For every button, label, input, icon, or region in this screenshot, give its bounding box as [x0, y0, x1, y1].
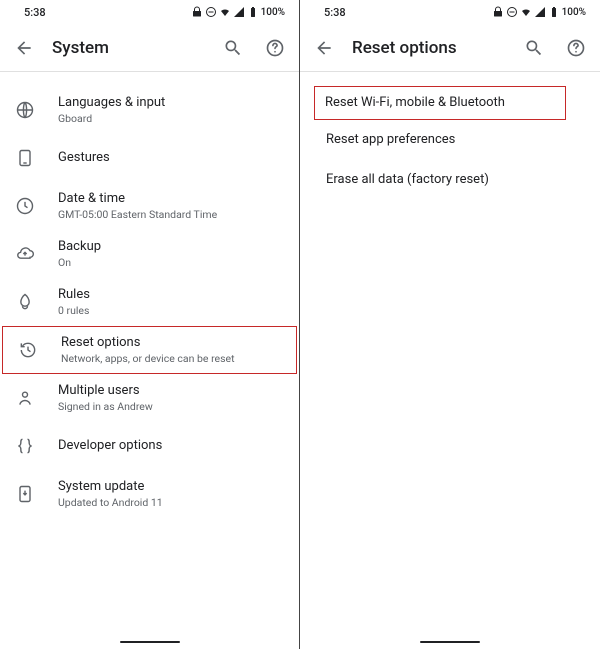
search-button[interactable]	[219, 34, 247, 62]
item-subtext: Updated to Android 11	[58, 496, 291, 510]
status-bar: 5:38 100%	[300, 0, 600, 24]
back-button[interactable]	[310, 34, 338, 62]
item-label: Date & time	[58, 191, 291, 208]
home-indicator[interactable]	[120, 641, 180, 643]
list-item-reset-options[interactable]: Reset options Network, apps, or device c…	[2, 326, 297, 374]
status-bar: 5:38 100%	[0, 0, 299, 24]
item-subtext: Network, apps, or device can be reset	[61, 352, 288, 366]
list-item-multiple-users[interactable]: Multiple users Signed in as Andrew	[0, 374, 299, 422]
status-battery: 100%	[562, 7, 586, 18]
highlight-box: Reset Wi-Fi, mobile & Bluetooth	[314, 86, 566, 120]
list-item-rules[interactable]: Rules 0 rules	[0, 278, 299, 326]
user-icon	[14, 387, 36, 409]
vpn-icon	[191, 6, 203, 18]
item-label: Backup	[58, 239, 291, 256]
page-title: System	[52, 38, 205, 58]
signal-icon	[534, 6, 546, 18]
search-icon	[223, 38, 243, 58]
item-subtext: On	[58, 256, 291, 270]
app-bar: Reset options	[300, 24, 600, 72]
item-label: Rules	[58, 287, 291, 304]
status-time: 5:38	[324, 6, 346, 19]
restore-icon	[17, 339, 39, 361]
system-settings-screen: 5:38 100% System Languages & input	[0, 0, 300, 649]
item-subtext: 0 rules	[58, 304, 291, 318]
battery-icon	[247, 6, 259, 18]
status-time: 5:38	[24, 6, 46, 19]
braces-icon	[14, 435, 36, 457]
signal-icon	[233, 6, 245, 18]
arrow-back-icon	[314, 38, 334, 58]
clock-icon	[14, 195, 36, 217]
item-label: Reset options	[61, 335, 288, 352]
vpn-icon	[492, 6, 504, 18]
item-label: Reset app preferences	[326, 132, 592, 149]
status-icons: 100%	[191, 6, 285, 18]
item-label: Multiple users	[58, 383, 291, 400]
settings-list: Languages & input Gboard Gestures Date &…	[0, 72, 299, 518]
item-label: Erase all data (factory reset)	[326, 172, 592, 189]
list-item-factory-reset[interactable]: Erase all data (factory reset)	[300, 160, 600, 200]
battery-icon	[548, 6, 560, 18]
update-icon	[14, 483, 36, 505]
rules-icon	[14, 291, 36, 313]
item-subtext: Signed in as Andrew	[58, 400, 291, 414]
list-item-languages[interactable]: Languages & input Gboard	[0, 86, 299, 134]
list-item-gestures[interactable]: Gestures	[0, 134, 299, 182]
list-item-backup[interactable]: Backup On	[0, 230, 299, 278]
dnd-icon	[506, 6, 518, 18]
status-battery: 100%	[261, 7, 285, 18]
wifi-icon	[219, 6, 231, 18]
page-title: Reset options	[352, 38, 506, 58]
help-button[interactable]	[261, 34, 289, 62]
list-item-reset-network[interactable]: Reset Wi-Fi, mobile & Bluetooth	[325, 88, 555, 118]
wifi-icon	[520, 6, 532, 18]
cloud-icon	[14, 243, 36, 265]
help-icon	[566, 38, 586, 58]
list-item-date-time[interactable]: Date & time GMT-05:00 Eastern Standard T…	[0, 182, 299, 230]
item-subtext: Gboard	[58, 112, 291, 126]
gestures-icon	[14, 147, 36, 169]
item-subtext: GMT-05:00 Eastern Standard Time	[58, 208, 291, 222]
list-item-reset-app-prefs[interactable]: Reset app preferences	[300, 120, 600, 160]
item-label: Developer options	[58, 438, 291, 455]
list-item-system-update[interactable]: System update Updated to Android 11	[0, 470, 299, 518]
back-button[interactable]	[10, 34, 38, 62]
globe-icon	[14, 99, 36, 121]
app-bar: System	[0, 24, 299, 72]
arrow-back-icon	[14, 38, 34, 58]
search-button[interactable]	[520, 34, 548, 62]
help-icon	[265, 38, 285, 58]
item-label: System update	[58, 479, 291, 496]
reset-list: Reset Wi-Fi, mobile & Bluetooth Reset ap…	[300, 72, 600, 200]
home-indicator[interactable]	[420, 641, 480, 643]
search-icon	[524, 38, 544, 58]
item-label: Languages & input	[58, 95, 291, 112]
help-button[interactable]	[562, 34, 590, 62]
list-item-developer-options[interactable]: Developer options	[0, 422, 299, 470]
dnd-icon	[205, 6, 217, 18]
reset-options-screen: 5:38 100% Reset options Reset Wi-Fi, mob…	[300, 0, 600, 649]
status-icons: 100%	[492, 6, 586, 18]
item-label: Reset Wi-Fi, mobile & Bluetooth	[325, 95, 547, 112]
item-label: Gestures	[58, 150, 291, 167]
